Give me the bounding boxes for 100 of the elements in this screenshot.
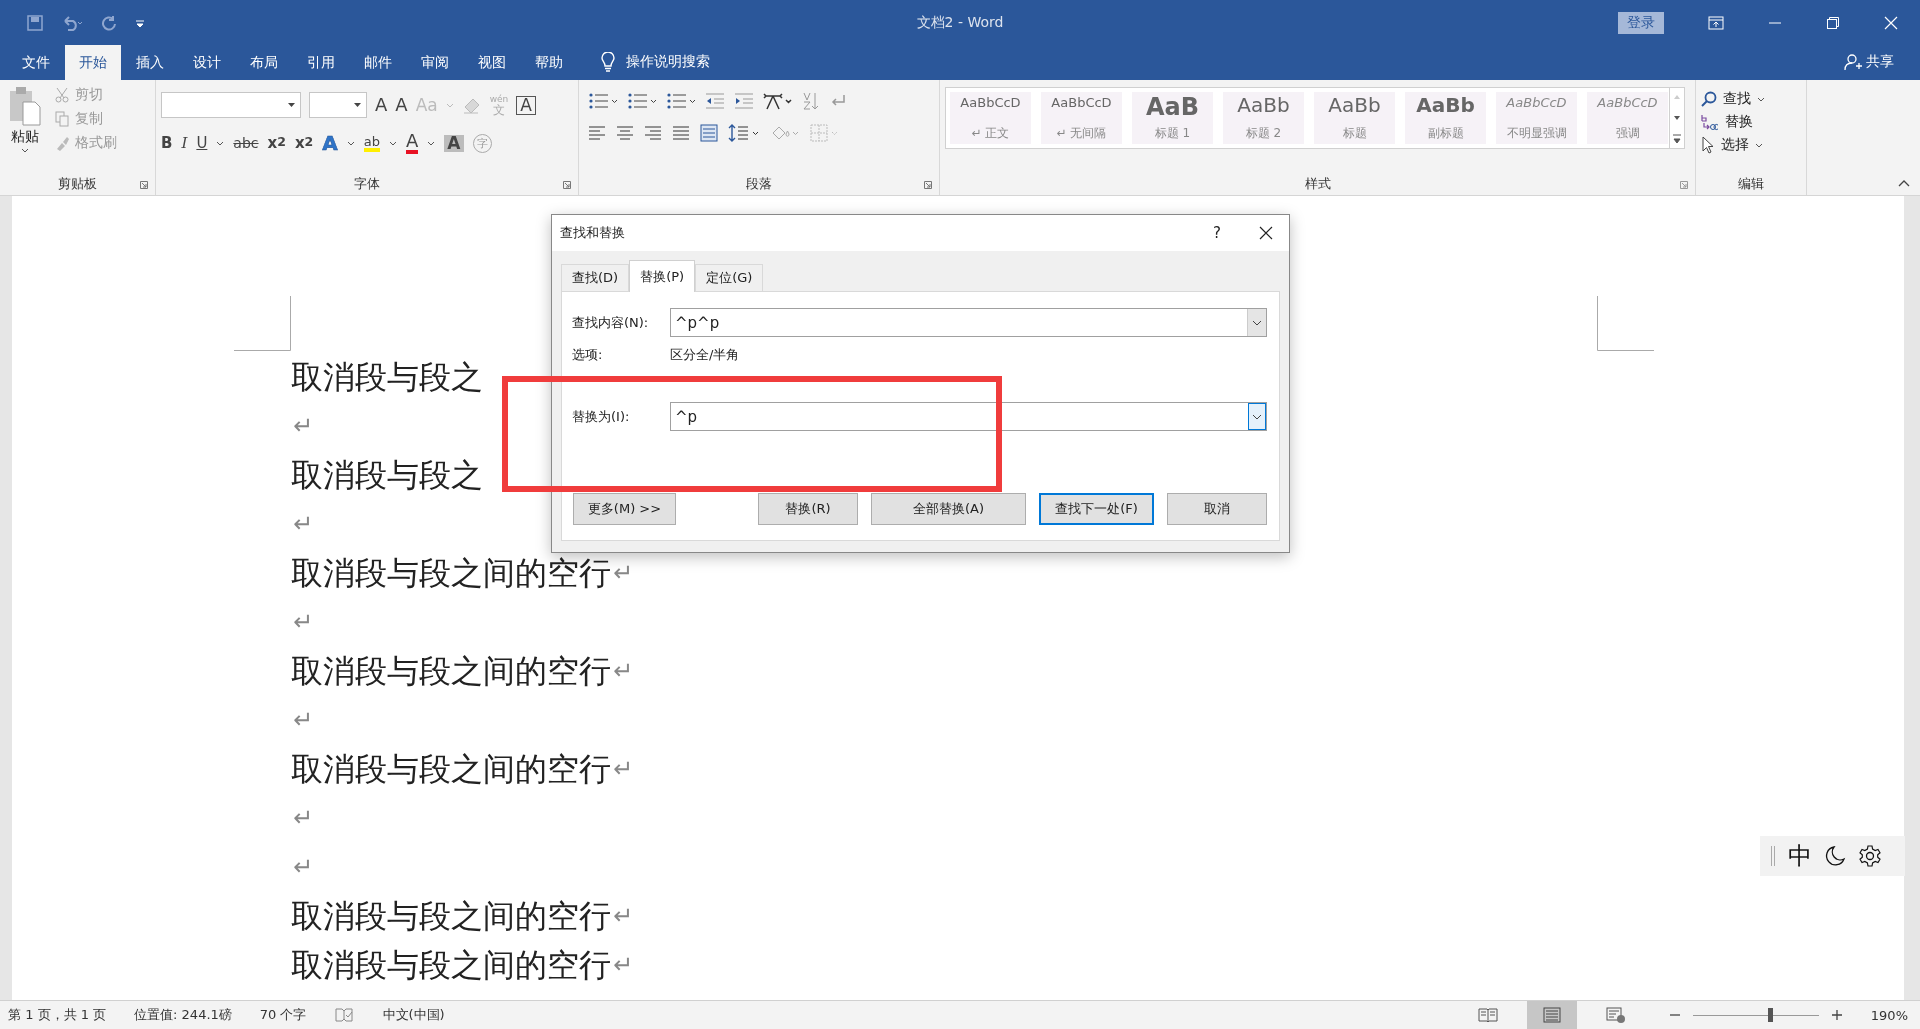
style-tile[interactable]: AaBbCcD ↵ 无间隔	[1041, 92, 1122, 144]
redo-icon[interactable]	[101, 14, 117, 31]
dialog-launcher-icon[interactable]	[1680, 181, 1688, 189]
ribbon-tab[interactable]: 帮助	[521, 45, 577, 80]
input-mode-button[interactable]: 中	[1788, 840, 1812, 872]
align-icon[interactable]	[616, 125, 634, 141]
restore-icon[interactable]	[1826, 15, 1840, 30]
proofing-icon[interactable]	[334, 1007, 355, 1023]
font-tool-button[interactable]: A	[444, 134, 464, 152]
tell-me-search[interactable]: 操作说明搜索	[626, 53, 710, 80]
dialog-button[interactable]: 取消	[1167, 493, 1267, 525]
paragraph-mark: ↵	[293, 509, 314, 540]
align-icon[interactable]	[644, 125, 662, 141]
list-icon[interactable]	[627, 92, 657, 110]
document-text: 取消段与段之	[291, 357, 483, 398]
style-tile[interactable]: AaBbCcD ↵ 正文	[950, 92, 1031, 144]
login-button[interactable]: 登录	[1618, 11, 1664, 34]
dialog-launcher-icon[interactable]	[563, 181, 571, 189]
paragraph-mark: ↵	[613, 950, 634, 981]
distributed-icon[interactable]	[700, 124, 718, 142]
dialog-button[interactable]: 更多(M) >>	[573, 493, 676, 525]
font-tool-button[interactable]: abc	[233, 136, 259, 150]
font-tool-button[interactable]: A	[406, 132, 419, 154]
zoom-thumb[interactable]	[1767, 1008, 1773, 1022]
paragraph-mark: ↵	[613, 901, 634, 932]
text-direction-icon[interactable]	[763, 92, 793, 110]
language[interactable]: 中文(中国)	[382, 1006, 445, 1024]
dropdown-icon[interactable]	[1252, 413, 1262, 420]
collapse-ribbon-icon[interactable]	[1898, 179, 1910, 187]
ribbon-tab[interactable]: 布局	[236, 45, 292, 80]
list-icon[interactable]	[666, 92, 696, 110]
increase-indent-icon[interactable]	[734, 92, 754, 110]
sort-icon[interactable]	[802, 92, 820, 110]
select-button[interactable]: 选择	[1701, 136, 1801, 154]
font-tool-button[interactable]: U	[196, 135, 208, 151]
ribbon-tab[interactable]: 开始	[65, 45, 121, 80]
undo-icon[interactable]	[61, 14, 83, 31]
dialog-button[interactable]: 全部替换(A)	[871, 493, 1026, 525]
help-button[interactable]: ?	[1213, 224, 1221, 242]
settings-icon[interactable]	[1858, 844, 1882, 868]
dialog-tab[interactable]: 替换(P)	[629, 260, 696, 292]
replace-field[interactable]: ^p	[670, 402, 1267, 431]
font-size-field[interactable]	[309, 92, 367, 118]
caret-icon	[1755, 142, 1763, 148]
paragraph-mark: ↵	[613, 656, 634, 687]
customize-caret-icon[interactable]	[135, 17, 145, 28]
position-value[interactable]: 位置值: 244.1磅	[134, 1006, 232, 1024]
dialog-tab[interactable]: 查找(D)	[561, 264, 630, 291]
decrease-indent-icon[interactable]	[705, 92, 725, 110]
dialog-button[interactable]: 替换(R)	[758, 493, 858, 525]
drag-handle-icon[interactable]	[1770, 846, 1776, 866]
font-tool-button[interactable]: A	[395, 96, 408, 114]
font-tool-button[interactable]: ab	[363, 134, 380, 152]
view-button[interactable]	[1526, 1001, 1577, 1029]
ribbon-tab[interactable]: 视图	[464, 45, 520, 80]
style-tile[interactable]: AaB 标题 1	[1132, 92, 1213, 144]
replace-button[interactable]: 替换	[1701, 113, 1801, 131]
page-count[interactable]: 第 1 页，共 1 页	[8, 1006, 107, 1024]
font-tool-button[interactable]: I	[181, 135, 188, 151]
dialog-tab[interactable]: 定位(G)	[695, 264, 764, 291]
ribbon-tab[interactable]: 插入	[122, 45, 178, 80]
find-field[interactable]: ^p^p	[670, 308, 1267, 337]
list-icon[interactable]	[588, 92, 618, 110]
options-label: 选项:	[572, 346, 604, 364]
font-tool-button[interactable]: A	[322, 133, 338, 153]
style-tile[interactable]: AaBb 标题	[1314, 92, 1395, 144]
font-tool-button[interactable]: x$^{2}$	[294, 135, 314, 151]
zoom-level[interactable]: 190%	[1870, 1007, 1908, 1023]
align-icon[interactable]	[672, 125, 690, 141]
paste-button[interactable]: 粘贴	[5, 86, 45, 173]
font-name-field[interactable]	[161, 92, 301, 118]
dropdown-icon[interactable]	[1252, 319, 1262, 326]
ribbon-tab[interactable]: 引用	[293, 45, 349, 80]
ribbon-display-icon[interactable]	[1708, 15, 1724, 30]
document-text: 取消段与段之间的空行	[291, 945, 611, 986]
line-spacing-icon[interactable]	[728, 124, 760, 142]
find-button[interactable]: 查找	[1701, 90, 1801, 108]
paragraph-mark: ↵	[613, 558, 634, 589]
moon-icon[interactable]	[1824, 845, 1846, 867]
zoom-in-icon[interactable]	[1830, 1009, 1843, 1021]
ribbon-tab[interactable]: 文件	[8, 45, 64, 80]
save-icon[interactable]	[27, 14, 43, 31]
dialog-launcher-icon[interactable]	[140, 181, 148, 189]
close-icon[interactable]	[1259, 226, 1273, 240]
share-button[interactable]: 共享	[1866, 53, 1894, 80]
font-tool-button[interactable]: B	[161, 135, 173, 151]
font-tool-button[interactable]: A	[375, 96, 388, 114]
shading-icon[interactable]	[770, 124, 800, 142]
align-icon[interactable]	[588, 125, 606, 141]
window-title: 文档2 - Word	[916, 13, 1004, 32]
style-tile[interactable]: AaBb 标题 2	[1223, 92, 1304, 144]
style-tile[interactable]: AaBb 副标题	[1405, 92, 1486, 144]
zoom-slider[interactable]	[1692, 1008, 1819, 1022]
dialog-launcher-icon[interactable]	[924, 181, 932, 189]
ribbon-tab[interactable]: 设计	[179, 45, 235, 80]
word-count[interactable]: 70 个字	[259, 1006, 307, 1024]
ribbon-tab[interactable]: 审阅	[407, 45, 463, 80]
dialog-button[interactable]: 查找下一处(F)	[1039, 493, 1154, 525]
font-tool-button[interactable]: A	[516, 95, 536, 115]
ribbon-tab[interactable]: 邮件	[350, 45, 406, 80]
